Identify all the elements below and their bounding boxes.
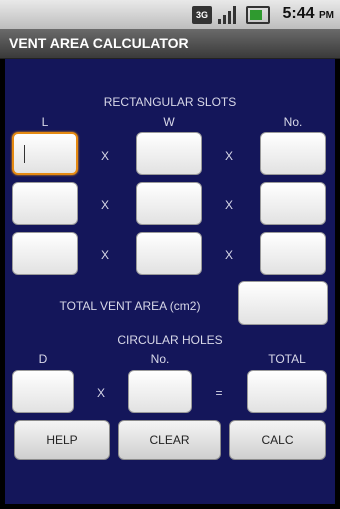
status-bar: 3G 5:44 PM [0,0,340,29]
times-sign: X [100,149,109,163]
col-no-label: No. [283,115,303,129]
width-input-3[interactable] [136,232,202,275]
times-sign: X [224,248,233,262]
times-sign: X [224,149,233,163]
calc-button[interactable]: CALC [229,420,326,460]
clock: 5:44 PM [282,5,334,22]
length-input-1[interactable] [12,132,78,175]
signal-icon [218,6,238,24]
times-sign: X [224,198,233,212]
col-w-label: W [163,115,175,129]
holes-count-input[interactable] [128,370,192,413]
title-bar: VENT AREA CALCULATOR [0,29,340,59]
col-d-label: D [38,352,48,366]
width-input-2[interactable] [136,182,202,225]
network-3g-icon: 3G [192,6,212,24]
col-l-label: L [41,115,49,129]
diameter-input[interactable] [12,370,74,413]
circular-total-output[interactable] [247,370,327,413]
app-title: VENT AREA CALCULATOR [9,35,189,51]
rect-heading: RECTANGULAR SLOTS [103,95,237,109]
col-total-label: TOTAL [268,352,306,366]
battery-icon [246,6,270,24]
count-input-1[interactable] [260,132,326,175]
times-sign: X [100,248,109,262]
times-sign: X [100,198,109,212]
count-input-3[interactable] [260,232,326,275]
calculator-panel: RECTANGULAR SLOTS L W No. X X X X X X TO… [5,59,335,504]
clear-button[interactable]: CLEAR [118,420,221,460]
col-count-label: No. [150,352,170,366]
help-button[interactable]: HELP [14,420,110,460]
total-vent-area-label: TOTAL VENT AREA (cm2) [59,299,201,313]
total-vent-area-output[interactable] [238,281,328,325]
count-input-2[interactable] [260,182,326,225]
length-input-3[interactable] [12,232,78,275]
width-input-1[interactable] [136,132,202,175]
equals-sign: = [215,386,223,400]
length-input-2[interactable] [12,182,78,225]
circ-heading: CIRCULAR HOLES [117,333,223,347]
times-sign: X [96,386,105,400]
